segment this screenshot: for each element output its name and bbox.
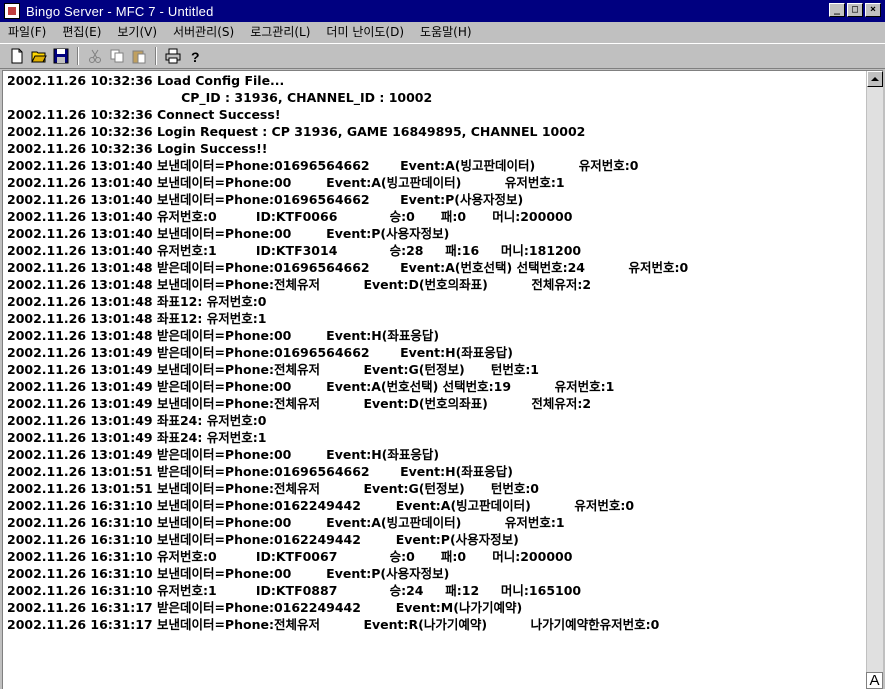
- cut-icon: [89, 49, 101, 63]
- log-line: 2002.11.26 13:01:48 좌표12: 유저번호:0: [7, 294, 267, 309]
- new-file-icon: [11, 48, 23, 64]
- log-line: 2002.11.26 16:31:10 유저번호:1 ID:KTF0887 승:…: [7, 583, 582, 598]
- vertical-scrollbar[interactable]: [866, 71, 883, 675]
- toolbar-separator: [155, 47, 157, 65]
- help-button[interactable]: ?: [184, 46, 206, 66]
- log-line: 2002.11.26 13:01:51 받은데이터=Phone:01696564…: [7, 464, 514, 479]
- log-line: 2002.11.26 16:31:17 받은데이터=Phone:01622494…: [7, 600, 523, 615]
- log-line: 2002.11.26 13:01:49 보낸데이터=Phone:전체유저 Eve…: [7, 396, 592, 411]
- title-bar[interactable]: Bingo Server - MFC 7 - Untitled _ □ ×: [0, 0, 885, 22]
- help-icon: ?: [191, 49, 200, 64]
- print-icon: [165, 48, 181, 64]
- log-line: 2002.11.26 13:01:40 보낸데이터=Phone:01696564…: [7, 192, 524, 207]
- log-line: CP_ID : 31936, CHANNEL_ID : 10002: [7, 90, 433, 105]
- copy-icon: [110, 49, 124, 63]
- log-line: 2002.11.26 13:01:49 받은데이터=Phone:00 Event…: [7, 447, 440, 462]
- up-arrow-icon: [871, 77, 879, 81]
- log-line: 2002.11.26 13:01:49 좌표24: 유저번호:0: [7, 413, 267, 428]
- log-line: 2002.11.26 16:31:10 보낸데이터=Phone:01622494…: [7, 498, 635, 513]
- log-line: 2002.11.26 13:01:40 보낸데이터=Phone:00 Event…: [7, 226, 450, 241]
- menu-file[interactable]: 파일(F): [0, 22, 54, 42]
- save-icon: [53, 48, 69, 64]
- new-file-button[interactable]: [6, 46, 28, 66]
- window-title: Bingo Server - MFC 7 - Untitled: [26, 3, 214, 19]
- app-icon[interactable]: [4, 3, 20, 19]
- open-folder-icon: [31, 51, 47, 63]
- log-text: 2002.11.26 10:32:36 Load Config File... …: [7, 72, 862, 633]
- log-line: 2002.11.26 16:31:10 보낸데이터=Phone:00 Event…: [7, 515, 565, 530]
- menu-log-management[interactable]: 로그관리(L): [242, 22, 318, 42]
- log-line: 2002.11.26 10:32:36 Load Config File...: [7, 73, 285, 88]
- paste-button[interactable]: [128, 46, 150, 66]
- log-line: 2002.11.26 13:01:48 받은데이터=Phone:00 Event…: [7, 328, 440, 343]
- close-button[interactable]: ×: [865, 3, 881, 17]
- scroll-up-button[interactable]: [867, 71, 883, 87]
- log-line: 2002.11.26 13:01:40 유저번호:0 ID:KTF0066 승:…: [7, 209, 573, 224]
- paste-icon: [132, 50, 146, 64]
- log-view[interactable]: 2002.11.26 10:32:36 Load Config File... …: [2, 70, 883, 689]
- print-button[interactable]: [162, 46, 184, 66]
- open-button[interactable]: [28, 46, 50, 66]
- log-line: 2002.11.26 13:01:40 보낸데이터=Phone:01696564…: [7, 158, 639, 173]
- window-controls: _ □ ×: [829, 3, 881, 17]
- ime-indicator: A: [866, 672, 883, 689]
- application-window: Bingo Server - MFC 7 - Untitled _ □ × 파일…: [0, 0, 885, 689]
- log-line: 2002.11.26 13:01:49 받은데이터=Phone:01696564…: [7, 345, 514, 360]
- log-line: 2002.11.26 16:31:17 보낸데이터=Phone:전체유저 Eve…: [7, 617, 660, 632]
- maximize-button[interactable]: □: [847, 3, 863, 17]
- log-line: 2002.11.26 13:01:49 좌표24: 유저번호:1: [7, 430, 267, 445]
- toolbar: ?: [0, 43, 885, 69]
- log-line: 2002.11.26 10:32:36 Login Request : CP 3…: [7, 124, 586, 139]
- save-button[interactable]: [50, 46, 72, 66]
- log-line: 2002.11.26 10:32:36 Connect Success!: [7, 107, 281, 122]
- menu-bar: 파일(F) 편집(E) 보기(V) 서버관리(S) 로그관리(L) 더미 난이도…: [0, 22, 885, 42]
- log-line: 2002.11.26 16:31:10 유저번호:0 ID:KTF0067 승:…: [7, 549, 573, 564]
- toolbar-separator: [77, 47, 79, 65]
- menu-dummy-difficulty[interactable]: 더미 난이도(D): [318, 22, 412, 42]
- svg-text:?: ?: [191, 49, 200, 64]
- menu-view[interactable]: 보기(V): [109, 22, 165, 42]
- log-line: 2002.11.26 13:01:48 받은데이터=Phone:01696564…: [7, 260, 689, 275]
- log-line: 2002.11.26 10:32:36 Login Success!!: [7, 141, 268, 156]
- minimize-button[interactable]: _: [829, 3, 845, 17]
- menu-help[interactable]: 도움말(H): [412, 22, 480, 42]
- menu-server-management[interactable]: 서버관리(S): [165, 22, 242, 42]
- log-line: 2002.11.26 13:01:40 보낸데이터=Phone:00 Event…: [7, 175, 565, 190]
- log-line: 2002.11.26 13:01:51 보낸데이터=Phone:전체유저 Eve…: [7, 481, 540, 496]
- log-line: 2002.11.26 16:31:10 보낸데이터=Phone:01622494…: [7, 532, 519, 547]
- cut-button[interactable]: [84, 46, 106, 66]
- log-line: 2002.11.26 13:01:40 유저번호:1 ID:KTF3014 승:…: [7, 243, 582, 258]
- log-line: 2002.11.26 13:01:49 보낸데이터=Phone:전체유저 Eve…: [7, 362, 540, 377]
- log-line: 2002.11.26 13:01:48 좌표12: 유저번호:1: [7, 311, 267, 326]
- copy-button[interactable]: [106, 46, 128, 66]
- menu-edit[interactable]: 편집(E): [54, 22, 109, 42]
- log-line: 2002.11.26 13:01:49 받은데이터=Phone:00 Event…: [7, 379, 615, 394]
- log-line: 2002.11.26 13:01:48 보낸데이터=Phone:전체유저 Eve…: [7, 277, 592, 292]
- log-line: 2002.11.26 16:31:10 보낸데이터=Phone:00 Event…: [7, 566, 450, 581]
